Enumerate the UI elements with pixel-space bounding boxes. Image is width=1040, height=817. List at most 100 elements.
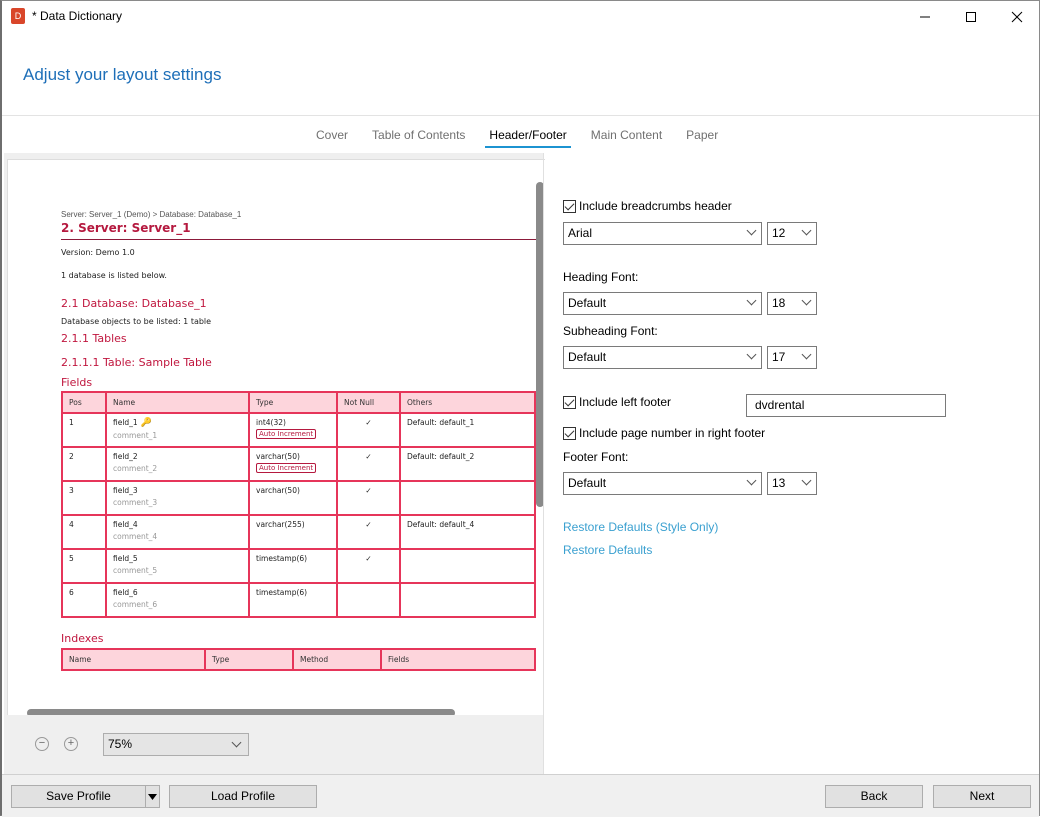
preview-server-heading: 2. Server: Server_1 [61,221,541,240]
settings-tabs: Cover Table of Contents Header/Footer Ma… [312,126,738,148]
restore-defaults-link[interactable]: Restore Defaults [563,543,652,557]
field-name: field_3 [113,486,138,495]
chevron-down-icon [746,475,757,486]
field-name: field_4 [113,520,138,529]
check-icon: ✓ [365,452,372,461]
tab-cover[interactable]: Cover [312,126,352,148]
others-cell [399,548,536,584]
preview-indexes-heading: Indexes [61,632,104,645]
tab-main-content[interactable]: Main Content [587,126,666,148]
footer-bar: Save Profile Load Profile Back Next [2,774,1039,817]
save-profile-button[interactable]: Save Profile [11,785,146,808]
preview-db-listed: 1 database is listed below. [61,271,167,280]
not-null-cell [336,582,401,618]
others-cell: Default: default_1 [399,412,536,448]
page-heading: Adjust your layout settings [23,65,222,84]
zoom-in-button[interactable]: + [64,737,78,751]
zoom-level-select[interactable]: 75% [103,733,249,756]
field-name: field_6 [113,588,138,597]
preview-horizontal-scrollbar[interactable] [11,705,531,715]
chevron-down-icon [801,225,812,236]
table-row: 1 field_1 🔑 comment_1 int4(32) Auto Increment… [61,412,536,448]
check-icon: ✓ [365,554,372,563]
preview-page: Server: Server_1 (Demo) > Database: Data… [7,159,545,715]
column-header: Pos [61,391,107,414]
column-header: Name [105,391,250,414]
preview-tables-heading: 2.1.1 Tables [61,332,127,345]
header-divider [2,115,1039,116]
field-comment: comment_6 [113,600,158,609]
primary-key-icon: 🔑 [140,418,152,428]
preview-table-heading: 2.1.1.1 Table: Sample Table [61,356,212,369]
preview-pane: Server: Server_1 (Demo) > Database: Data… [4,153,545,775]
subheading-font-select[interactable]: Default [563,346,762,369]
field-comment: comment_4 [113,532,158,541]
preview-fields-heading: Fields [61,376,93,389]
breadcrumbs-font-select[interactable]: Arial [563,222,762,245]
pos-cell: 2 [61,446,107,482]
field-comment: comment_2 [113,464,158,473]
maximize-button[interactable] [948,1,994,32]
zoom-out-button[interactable]: − [35,737,49,751]
chevron-down-icon [801,475,812,486]
preview-fields-table: Pos Name Type Not Null Others 1 field_1 🔑 c… [61,391,536,618]
column-header: Name [61,648,206,671]
close-button[interactable] [994,1,1040,32]
footer-size-select[interactable]: 13 [767,472,817,495]
column-header: Others [399,391,536,414]
chevron-down-icon [746,225,757,236]
zoom-in-icon: + [67,737,75,749]
save-profile-dropdown-button[interactable] [145,785,160,808]
subheading-size-select[interactable]: 17 [767,346,817,369]
pane-divider [543,153,544,775]
others-cell: Default: default_2 [399,446,536,482]
title-bar: D * Data Dictionary [2,1,1039,32]
zoom-out-icon: − [38,737,46,749]
field-type: varchar(50) [256,486,300,495]
field-name: field_1 [113,418,138,427]
table-row: 5 field_5 comment_5 timestamp(6) ✓ [61,548,536,584]
heading-size-select[interactable]: 18 [767,292,817,315]
check-icon: ✓ [365,486,372,495]
name-cell: field_5 comment_5 [105,548,250,584]
load-profile-button[interactable]: Load Profile [169,785,317,808]
input-value: dvdrental [755,398,805,412]
horizontal-scroll-thumb[interactable] [27,709,455,715]
select-value: Default [568,296,607,310]
app-logo-icon: D [11,8,25,24]
type-cell: varchar(50) [248,480,338,516]
left-footer-checkbox[interactable]: Include left footer [563,395,671,409]
select-value: Arial [568,226,593,240]
heading-font-select[interactable]: Default [563,292,762,315]
tab-header-footer[interactable]: Header/Footer [485,126,571,148]
page-number-checkbox[interactable]: Include page number in right footer [563,426,765,440]
footer-font-select[interactable]: Default [563,472,762,495]
type-cell: timestamp(6) [248,548,338,584]
not-null-cell: ✓ [336,480,401,516]
breadcrumbs-size-select[interactable]: 12 [767,222,817,245]
left-footer-input[interactable]: dvdrental [746,394,946,417]
breadcrumbs-header-checkbox[interactable]: Include breadcrumbs header [563,199,732,213]
field-type: timestamp(6) [256,554,308,563]
field-comment: comment_1 [113,431,158,440]
table-row: 3 field_3 comment_3 varchar(50) ✓ [61,480,536,516]
field-name: field_5 [113,554,138,563]
name-cell: field_2 comment_2 [105,446,250,482]
restore-defaults-style-only-link[interactable]: Restore Defaults (Style Only) [563,520,718,534]
close-icon [1011,11,1023,22]
heading-font-label: Heading Font: [563,270,639,284]
tab-paper[interactable]: Paper [682,126,722,148]
next-button[interactable]: Next [933,785,1031,808]
minimize-button[interactable] [902,1,948,32]
column-header: Type [248,391,338,414]
footer-font-label: Footer Font: [563,450,629,464]
subheading-font-label: Subheading Font: [563,324,658,338]
chevron-down-icon [231,737,242,748]
fields-header-row: Pos Name Type Not Null Others [61,391,536,414]
name-cell: field_4 comment_4 [105,514,250,550]
back-button[interactable]: Back [825,785,923,808]
tab-table-of-contents[interactable]: Table of Contents [368,126,469,148]
others-cell: Default: default_4 [399,514,536,550]
not-null-cell: ✓ [336,548,401,584]
table-row: 2 field_2 comment_2 varchar(50) Auto Increme… [61,446,536,482]
